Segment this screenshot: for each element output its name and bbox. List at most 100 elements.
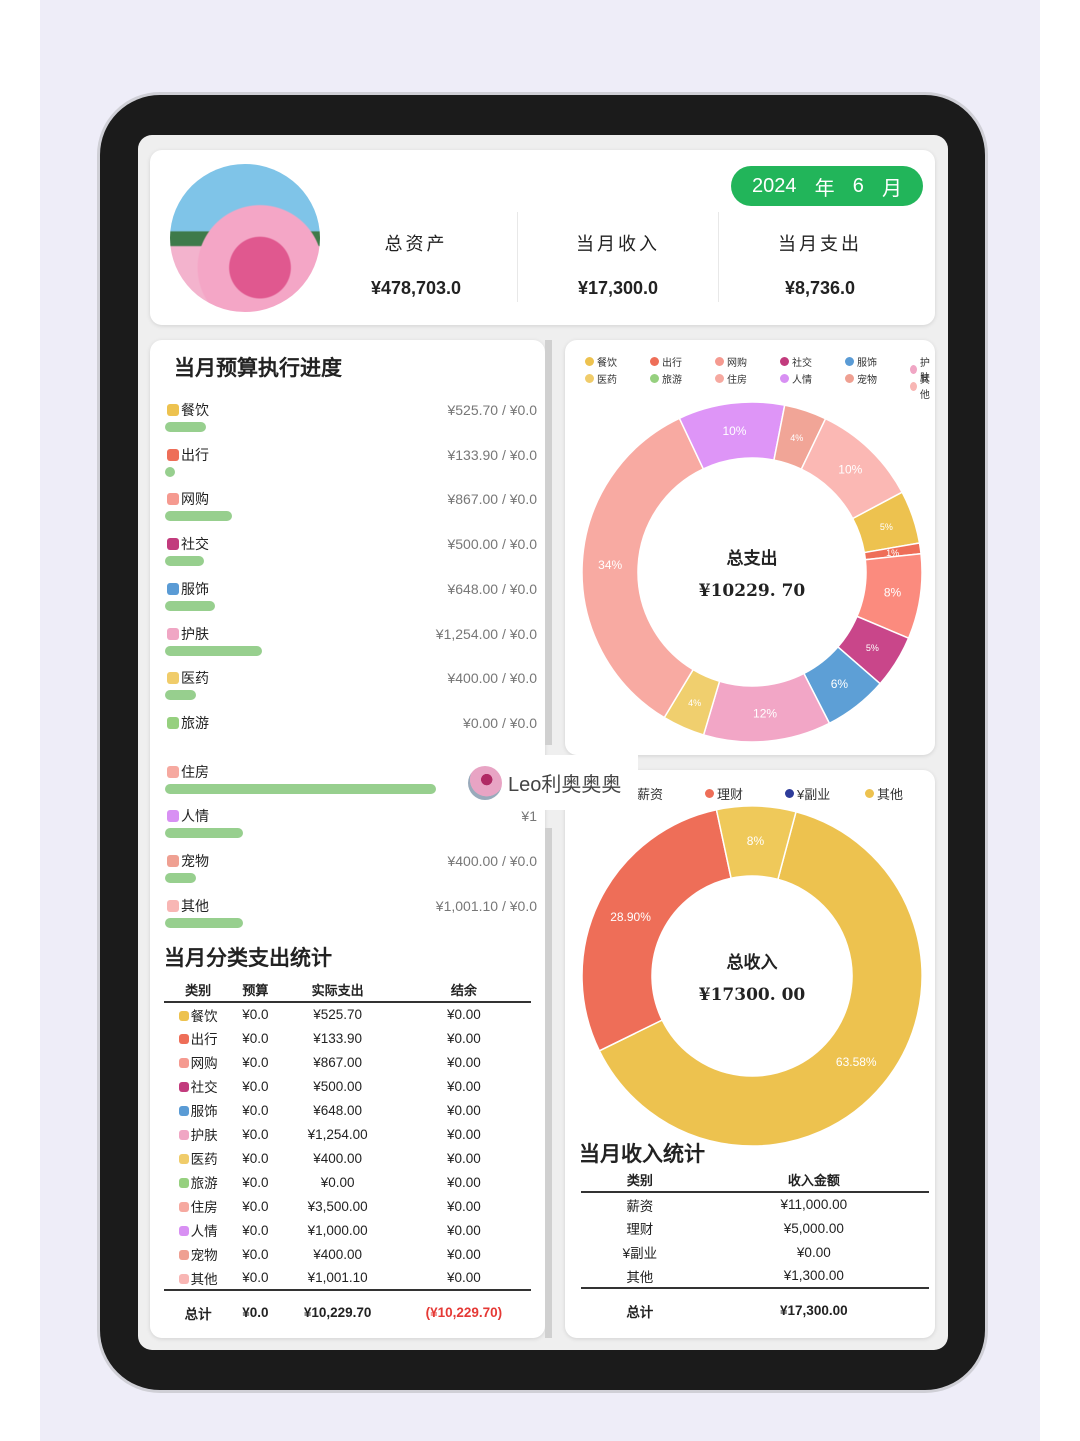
cell-text: 社交 [190,1080,218,1095]
column-header: 收入金额 [787,1173,840,1188]
cell-text: ¥3,500.00 [307,1198,368,1214]
budget-progress-bar [165,917,243,928]
cell-text: ¥0.0 [242,1246,269,1262]
budget-row: 医药 ¥400.00 / ¥0.0 [165,668,537,712]
total-cell: (¥10,229.70) [425,1305,503,1320]
slice-label: 4% [790,433,803,443]
budget-amount: ¥1,254.00 / ¥0.0 [435,625,537,642]
budget-amount: ¥400.00 / ¥0.0 [447,670,537,687]
cell-text: ¥648.00 [313,1102,362,1118]
pie-slice-理财[interactable] [581,808,732,1052]
budget-progress-bar [165,783,437,794]
category-cell: 服饰 [164,1098,232,1122]
category-cell: 网购 [164,1050,232,1074]
house-icon [167,765,179,778]
cell: ¥0.00 [397,1146,531,1170]
stat-value: ¥8,736.0 [784,278,856,298]
total-cell: ¥0.0 [242,1305,269,1320]
watermark-avatar [468,765,502,800]
expense-table-title: 当月分类支出统计 [164,947,332,970]
cell: ¥3,500.00 [278,1194,396,1218]
cell-text: ¥0.0 [242,1222,269,1238]
total-cell: 总计 [184,1306,212,1322]
table-row: 人情 ¥0.0 ¥1,000.00 ¥0.00 [164,1218,531,1242]
cell: ¥0.0 [232,1266,278,1290]
budget-progress-bar [165,873,196,883]
cell-text: ¥400.00 [313,1246,362,1262]
budget-amount: ¥400.00 / ¥0.0 [447,853,537,869]
cell-text: ¥0.0 [242,1078,269,1094]
cell-text: 住房 [190,1200,218,1215]
category-label: 医药 [181,670,209,687]
year: 2024 [752,174,797,197]
cell: ¥0.00 [796,1244,831,1260]
budget-row: 网购 ¥867.00 / ¥0.0 [165,489,537,533]
table-row: ¥副业 ¥0.00 [581,1240,929,1264]
table-row: 薪资 ¥11,000.00 [581,1192,929,1216]
budget-amount: ¥648.00 / ¥0.0 [447,580,537,597]
cell: ¥400.00 [278,1146,396,1170]
cell: ¥648.00 [278,1098,396,1122]
category-label: 社交 [181,536,209,553]
cell-text: ¥0.0 [242,1174,269,1190]
table-row: 其他 ¥0.0 ¥1,001.10 ¥0.00 [164,1266,531,1290]
budget-progress-bar [165,556,204,567]
total-cell: ¥17,300.00 [780,1303,848,1318]
category-cell: 宠物 [164,1242,232,1266]
cell-text: ¥0.0 [242,1007,269,1022]
cell: ¥0.00 [397,1218,531,1242]
cell: ¥0.00 [397,1170,531,1194]
budget-category: 旅游 [167,713,209,733]
cell-text: 其他 [190,1271,218,1287]
column-header: 预算 [242,983,269,998]
cell-text: 餐饮 [190,1008,218,1024]
cell: ¥525.70 [278,1002,396,1026]
cell: ¥0.0 [232,1122,278,1146]
cell-text: ¥867.00 [313,1054,362,1070]
pill-icon [167,672,179,685]
budget-amount: ¥867.00 / ¥0.0 [447,491,537,508]
cell: 其他 [626,1269,654,1285]
cart-icon [178,1058,189,1068]
budget-amount: ¥525.70 / ¥0.0 [447,402,537,418]
category-label: 出行 [181,446,209,463]
avatar [170,164,320,312]
cell-text: ¥500.00 [313,1078,362,1094]
scrollbar[interactable] [545,340,552,745]
income-donut-chart: 63.58% 28.90% 8% 总收入 ¥17300. 00 [581,805,923,1147]
budget-progress-bar [165,511,233,522]
income-table-title: 当月收入统计 [579,1143,705,1166]
cell: ¥0.00 [397,1194,531,1218]
beach-icon [167,716,179,729]
column-header: 类别 [626,1173,653,1188]
total-row: 总计 ¥0.0 ¥10,229.70 (¥10,229.70) [164,1290,531,1334]
budget-row: 其他 ¥1,001.10 / ¥0.0 [165,896,537,940]
category-cell: 旅游 [164,1170,232,1194]
center-value: ¥17300. 00 [699,985,806,1005]
slice-label: 28.90% [610,910,651,924]
month: 6 [852,174,864,197]
table-header: 类别 预算 实际支出 结余 [164,978,531,1002]
category-label: 其他 [181,897,209,914]
cell: ¥0.0 [232,1146,278,1170]
month-selector[interactable]: 2024 年 6 月 [731,166,923,206]
expense-table: 类别 预算 实际支出 结余 餐饮 ¥0.0 ¥525.70 ¥0.00 出行 ¥0.0 ¥133.9… [164,978,531,1334]
cell-text: 宠物 [190,1248,218,1263]
cell: ¥0.0 [232,1002,278,1026]
shopping-bag-icon [178,1106,189,1116]
cell: ¥0.0 [232,1050,278,1074]
slice-label: 10% [838,463,862,477]
cell-text: 护肤 [190,1128,218,1143]
table-header: 类别 收入金额 [581,1168,929,1192]
dog-icon [167,855,179,867]
social-icon [178,1082,189,1092]
table-row: 服饰 ¥0.0 ¥648.00 ¥0.00 [164,1098,531,1122]
cell-text: ¥0.00 [447,1150,481,1166]
category-label: 护肤 [181,625,209,642]
stat-label: 当月收入 [576,234,660,255]
divider [718,212,719,302]
cell-text: 出行 [190,1032,218,1047]
scrollbar[interactable] [545,828,552,1338]
cell-text: ¥0.0 [242,1126,269,1142]
slice-label: 63.58% [836,1055,877,1069]
